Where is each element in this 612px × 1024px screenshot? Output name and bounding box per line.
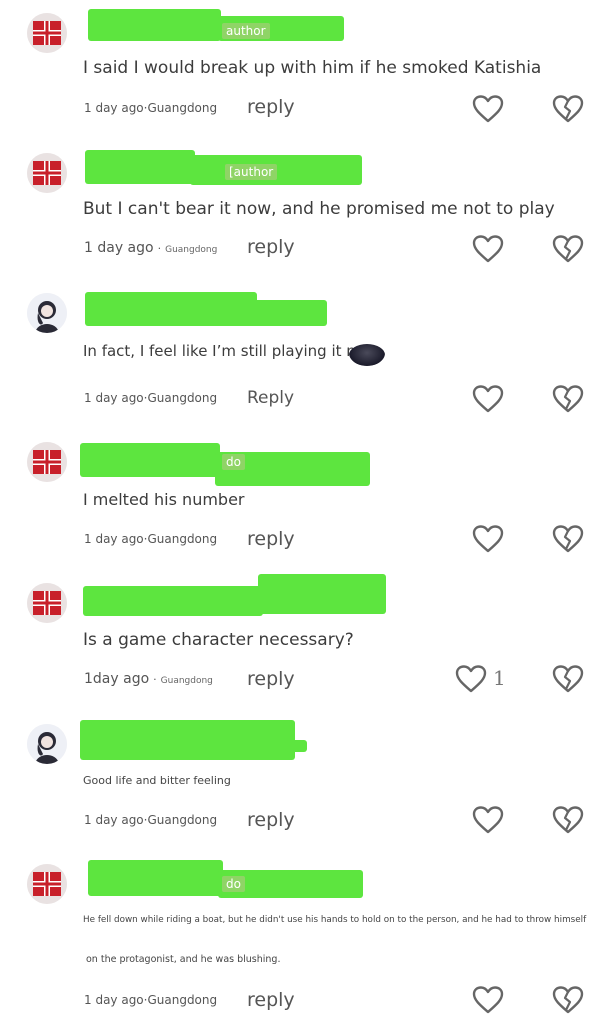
reply-button[interactable]: reply [247,809,295,831]
comment-text: I melted his number [83,490,245,509]
author-badge: [author [225,164,278,180]
comment-meta: 1 day ago·Guangdong [84,101,218,115]
reply-button[interactable]: Reply [247,388,294,408]
dislike-broken-heart-icon[interactable] [551,805,585,835]
author-badge: author [222,23,270,39]
comment-location: Guangdong [160,676,213,686]
comment-time: 1day ago [84,671,150,687]
like-heart-icon[interactable] [471,94,505,124]
comment-meta: 1day ago · Guangdong [84,671,213,687]
like-heart-icon[interactable] [471,384,505,414]
dislike-broken-heart-icon[interactable] [551,234,585,264]
dislike-broken-heart-icon[interactable] [551,94,585,124]
comment-meta: 1 day ago·Guangdong [84,813,218,827]
flag-avatar-icon[interactable] [27,583,67,623]
dislike-broken-heart-icon[interactable] [551,664,585,694]
like-heart-icon[interactable] [471,805,505,835]
like-heart-icon[interactable] [471,234,505,264]
author-badge: do [222,876,245,892]
comment-text-line-1: He fell down while riding a boat, but he… [83,915,587,925]
redacted-username [85,150,195,184]
comment-location: Guangdong [165,245,218,255]
redacted-username [88,9,221,41]
redacted-username [250,300,327,326]
girl-avatar-icon[interactable] [27,293,67,333]
reply-button[interactable]: reply [247,236,295,258]
comment-text-line-2: on the protagonist, and he was blushing. [86,954,281,965]
comment-text: But I can't bear it now, and he promised… [83,199,555,219]
reply-button[interactable]: reply [247,96,295,118]
redacted-username [258,574,386,614]
flag-avatar-icon[interactable] [27,153,67,193]
dislike-broken-heart-icon[interactable] [551,524,585,554]
reply-button[interactable]: reply [247,668,295,690]
comment-text: Is a game character necessary? [83,630,354,650]
comment-text: Good life and bitter feeling [83,774,231,787]
dislike-broken-heart-icon[interactable] [551,384,585,414]
dislike-broken-heart-icon[interactable] [551,985,585,1015]
sticker-blob [349,344,385,366]
redacted-username [80,443,220,477]
redacted-username [80,720,295,760]
like-heart-icon[interactable] [471,985,505,1015]
like-heart-icon[interactable] [454,664,488,694]
flag-avatar-icon[interactable] [27,13,67,53]
redacted-username [83,586,263,616]
like-heart-icon[interactable] [471,524,505,554]
comment-text: I said I would break up with him if he s… [83,58,542,78]
redacted-username [85,292,257,326]
like-count: 1 [493,666,506,690]
flag-avatar-icon[interactable] [27,864,67,904]
comment-meta: 1 day ago·Guangdong [84,240,217,256]
redacted-username [285,740,307,752]
redacted-username [88,860,223,896]
flag-avatar-icon[interactable] [27,442,67,482]
reply-button[interactable]: reply [247,989,295,1011]
girl-avatar-icon[interactable] [27,724,67,764]
author-badge: do [222,454,245,470]
comment-text: In fact, I feel like I’m still playing i… [83,342,381,360]
reply-button[interactable]: reply [247,528,295,550]
comment-meta: 1 day ago·Guangdong [84,391,218,405]
comment-time: 1 day ago [84,240,154,256]
meta-separator: · [157,242,162,255]
meta-separator: · [153,673,157,686]
comment-meta: 1 day ago·Guangdong [84,532,218,546]
comment-meta: 1 day ago·Guangdong [84,993,218,1007]
